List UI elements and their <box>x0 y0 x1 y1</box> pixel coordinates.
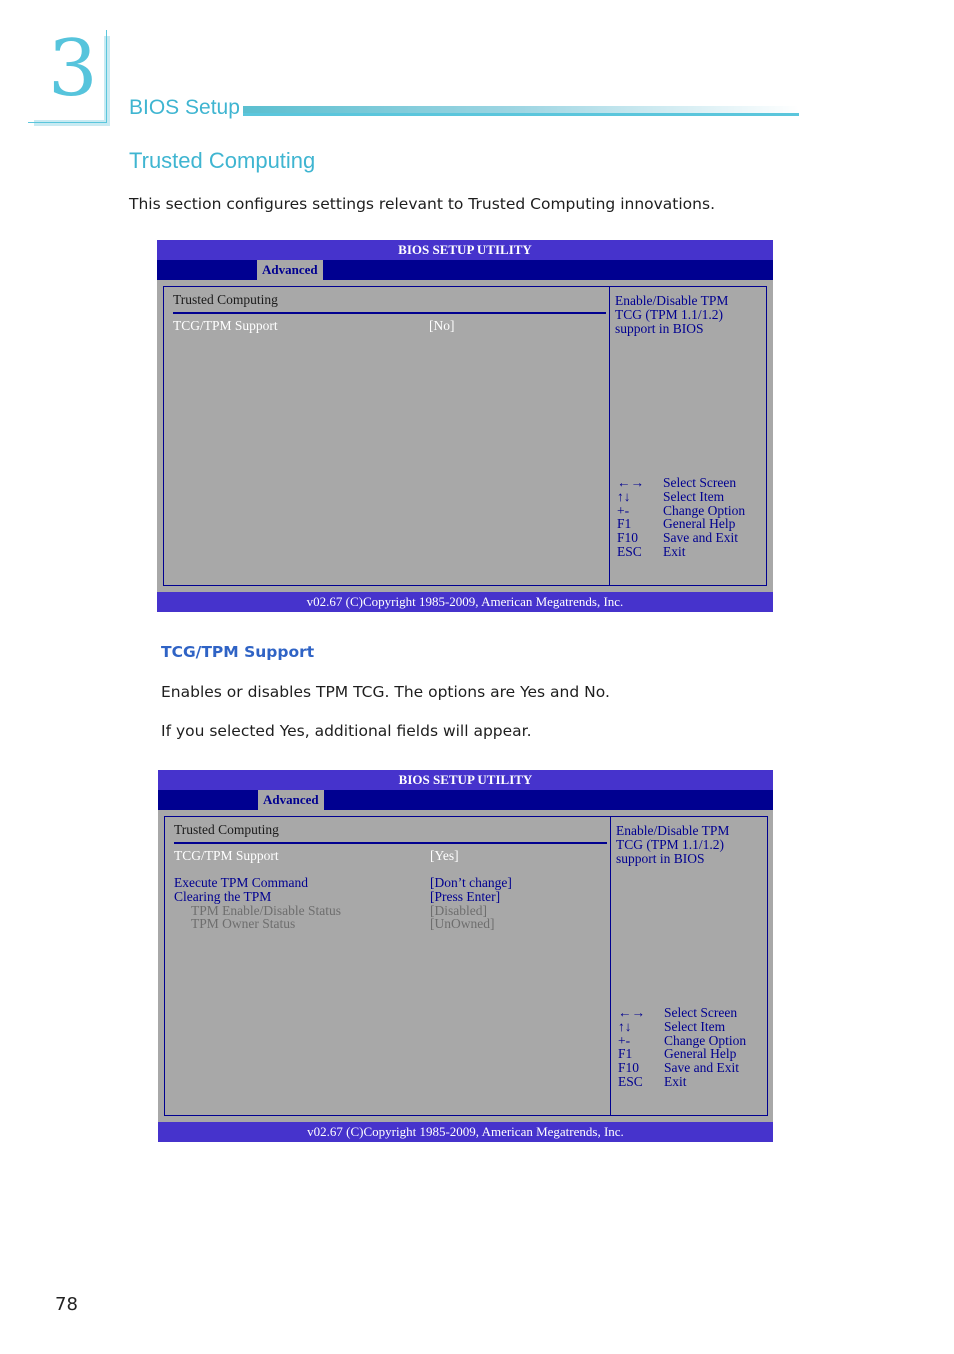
bios-section-heading: Trusted Computing <box>173 292 278 307</box>
bios-item-value[interactable]: [No] <box>429 319 455 333</box>
bios-item-tcg-tpm-support[interactable]: TCG/TPM Support [No] <box>173 318 455 333</box>
arrows-up-down-icon: ↑↓ <box>617 488 631 504</box>
bios-heading-divider <box>173 312 606 314</box>
bios-tab-bar: Advanced <box>158 790 773 810</box>
bios-screen-1: BIOS SETUP UTILITY Advanced Trusted Comp… <box>157 240 773 612</box>
bios-title-bar: BIOS SETUP UTILITY <box>157 240 773 260</box>
help-line: support in BIOS <box>616 851 705 866</box>
key-legend-row: ↑↓ Select Item <box>618 1018 726 1034</box>
bios-help-text: Enable/Disable TPM TCG (TPM 1.1/1.2) sup… <box>615 294 728 336</box>
esc-key: ESC <box>617 543 642 559</box>
plus-minus-key: +- <box>617 502 630 518</box>
f1-key: F1 <box>617 516 632 532</box>
bios-item-label: TCG/TPM Support <box>173 318 278 333</box>
bios-item-value[interactable]: [Don’t change] <box>430 876 512 890</box>
key-legend-row: F10 Save and Exit <box>617 530 738 546</box>
bios-title-bar: BIOS SETUP UTILITY <box>158 770 773 790</box>
f1-key: F1 <box>618 1046 633 1062</box>
help-line: Enable/Disable TPM <box>616 823 730 838</box>
key-legend-row: ↑↓ Select Item <box>617 488 725 504</box>
tcg-additional-note: If you selected Yes, additional fields w… <box>161 722 532 740</box>
arrows-left-right-icon: ←→ <box>618 1005 645 1020</box>
tcg-description: Enables or disables TPM TCG. The options… <box>161 683 610 701</box>
bios-content-frame: Trusted Computing TCG/TPM Support [Yes] … <box>164 816 768 1116</box>
bios-heading-divider <box>174 842 607 844</box>
section-intro: This section configures settings relevan… <box>129 195 715 213</box>
bios-copyright-footer: v02.67 (C)Copyright 1985-2009, American … <box>158 1122 773 1142</box>
help-line: support in BIOS <box>615 321 704 336</box>
bios-item-tpm-owner-status: TPM Owner Status [UnOwned] <box>174 916 494 931</box>
key-legend-row: ←→ Select Screen <box>618 1005 738 1020</box>
bios-key-legend: ←→ Select Screen ↑↓ Select Item +- Change O… <box>617 476 745 559</box>
page-number: 78 <box>55 1294 78 1315</box>
bios-item-execute-tpm-command[interactable]: Execute TPM Command [Don’t change] <box>174 875 512 890</box>
help-line: TCG (TPM 1.1/1.2) <box>615 307 723 322</box>
bios-panel-divider <box>610 817 611 1115</box>
key-legend-row: +- Change Option <box>618 1032 747 1048</box>
key-legend-row: +- Change Option <box>617 502 746 518</box>
bios-item-value: [UnOwned] <box>430 916 495 931</box>
bios-item-value[interactable]: [Press Enter] <box>430 890 500 904</box>
arrows-left-right-icon: ←→ <box>617 475 644 490</box>
bios-key-legend: ←→ Select Screen ↑↓ Select Item +- Change O… <box>618 1006 746 1089</box>
help-line: TCG (TPM 1.1/1.2) <box>616 837 724 852</box>
arrows-up-down-icon: ↑↓ <box>618 1018 632 1034</box>
key-legend-row: F1 General Help <box>617 516 736 532</box>
chapter-title-bar <box>243 106 799 116</box>
key-legend-row: ←→ Select Screen <box>617 475 737 490</box>
f10-key: F10 <box>617 530 639 546</box>
bios-content-frame: Trusted Computing TCG/TPM Support [No] E… <box>163 286 767 586</box>
help-line: Enable/Disable TPM <box>615 293 729 308</box>
bios-screen-2: BIOS SETUP UTILITY Advanced Trusted Comp… <box>158 770 773 1142</box>
bios-item-label: Clearing the TPM <box>174 889 272 904</box>
plus-minus-key: +- <box>618 1032 631 1048</box>
bios-item-clearing-the-tpm[interactable]: Clearing the TPM [Press Enter] <box>174 889 500 904</box>
bios-section-heading: Trusted Computing <box>174 822 279 837</box>
esc-key: ESC <box>618 1073 643 1089</box>
bios-item-label: Execute TPM Command <box>174 875 308 890</box>
section-title: Trusted Computing <box>129 148 316 173</box>
bios-item-label: TCG/TPM Support <box>174 848 279 863</box>
bios-panel-divider <box>609 287 610 585</box>
tab-advanced[interactable]: Advanced <box>258 790 324 810</box>
key-legend-row: ESC Exit <box>618 1073 687 1089</box>
bios-item-tcg-tpm-support[interactable]: TCG/TPM Support [Yes] <box>174 848 459 863</box>
bios-item-value[interactable]: [Yes] <box>430 849 459 863</box>
key-legend-row: ESC Exit <box>617 543 686 559</box>
f10-key: F10 <box>618 1060 640 1076</box>
key-legend-row: F10 Save and Exit <box>618 1060 739 1076</box>
chapter-number: 3 <box>48 24 98 114</box>
chapter-title: BIOS Setup <box>129 96 240 119</box>
bios-copyright-footer: v02.67 (C)Copyright 1985-2009, American … <box>157 592 773 612</box>
key-legend-row: F1 General Help <box>618 1046 737 1062</box>
bios-help-text: Enable/Disable TPM TCG (TPM 1.1/1.2) sup… <box>616 824 729 866</box>
tcg-tpm-support-heading: TCG/TPM Support <box>161 643 315 661</box>
bios-item-label: TPM Owner Status <box>191 916 296 931</box>
tab-advanced[interactable]: Advanced <box>257 260 323 280</box>
bios-tab-bar: Advanced <box>157 260 773 280</box>
